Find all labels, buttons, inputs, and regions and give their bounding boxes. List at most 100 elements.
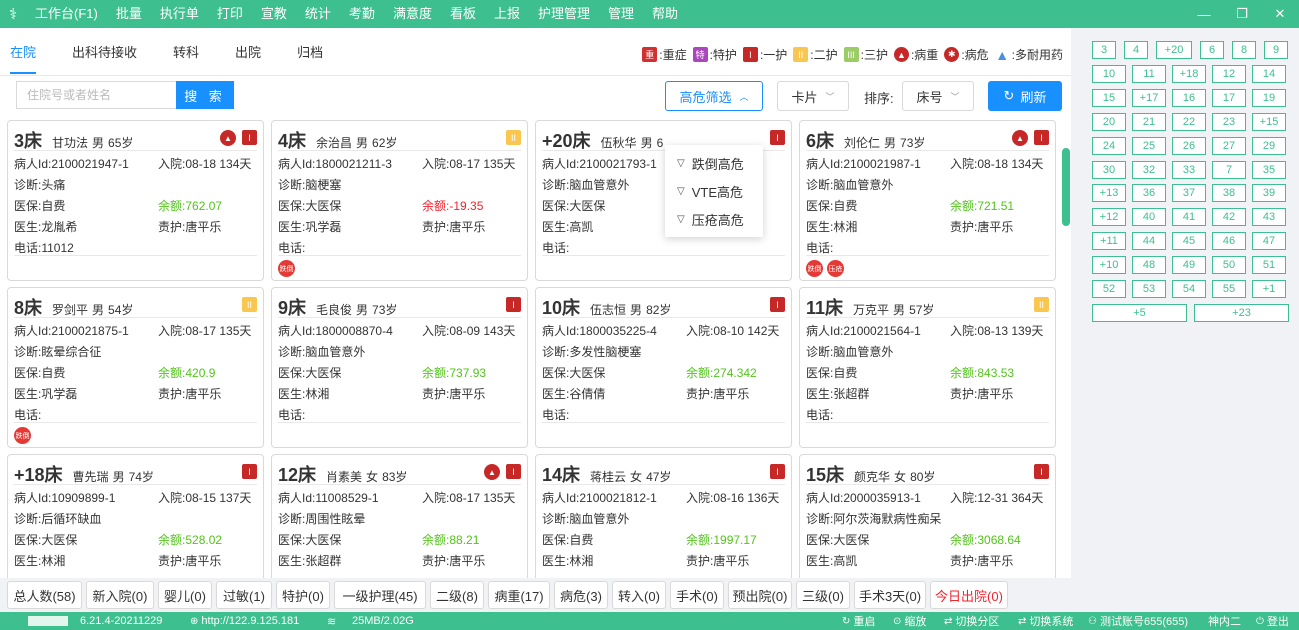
menu-item[interactable]: 看板 (441, 0, 485, 28)
dropdown-item[interactable]: ▽ 跌倒高危 (665, 149, 763, 177)
filter-button[interactable]: 转入(0) (612, 581, 666, 609)
bed-card[interactable]: 14床 蒋桂云女 47岁 I 病人Id:2100021812-1 入院:08-16 136… (535, 454, 792, 584)
switch-ward-button[interactable]: ⇄ 切换分区 (944, 613, 999, 629)
bed-grid-cell[interactable]: 48 (1132, 256, 1166, 275)
bed-grid-cell[interactable]: 50 (1212, 256, 1246, 275)
menu-item[interactable]: 考勤 (340, 0, 384, 28)
bed-grid-cell[interactable]: 42 (1212, 208, 1246, 227)
menu-item[interactable]: 工作台(F1) (26, 0, 107, 28)
risk-filter-select[interactable]: 高危筛选 ︿ (665, 81, 763, 111)
account-info[interactable]: ⚇ 测试账号655(655) (1088, 613, 1188, 629)
bed-grid-cell[interactable]: 15 (1092, 88, 1126, 107)
bed-grid-cell[interactable]: 46 (1212, 232, 1246, 251)
restore-icon[interactable]: ❐ (1223, 0, 1261, 28)
bed-grid-cell[interactable]: 8 (1232, 41, 1256, 59)
bed-grid-cell[interactable]: 35 (1252, 160, 1286, 179)
bed-card[interactable]: 12床 肖素美女 83岁 ▲ I 病人Id:11008529-1 入院:08-17 135天… (271, 454, 528, 584)
bed-grid-cell[interactable]: 55 (1212, 280, 1246, 298)
menu-item[interactable]: 执行单 (151, 0, 208, 28)
bed-grid-cell[interactable]: 12 (1212, 64, 1246, 83)
switch-system-button[interactable]: ⇄ 切换系统 (1018, 613, 1073, 629)
bed-grid-cell[interactable]: 54 (1172, 280, 1206, 298)
bed-grid-cell[interactable]: 16 (1172, 88, 1206, 107)
bed-grid-cell[interactable]: 41 (1172, 208, 1206, 227)
bed-card[interactable]: 4床 余治昌男 62岁 II 病人Id:1800021211-3 入院:08-17 135… (271, 120, 528, 281)
filter-button[interactable]: 手术3天(0) (854, 581, 926, 609)
filter-button[interactable]: 病重(17) (488, 581, 550, 609)
bed-grid-cell[interactable]: 3 (1092, 41, 1116, 59)
filter-button[interactable]: 二级(8) (430, 581, 484, 609)
bed-grid-cell[interactable]: 51 (1252, 256, 1286, 275)
bed-grid-cell[interactable]: +11 (1092, 232, 1126, 251)
bed-grid-cell[interactable]: +17 (1132, 88, 1166, 107)
menu-item[interactable]: 护理管理 (529, 0, 599, 28)
tab-3[interactable]: 出院 (235, 42, 261, 74)
bed-grid-cell[interactable]: 21 (1132, 112, 1166, 131)
bed-grid-cell[interactable]: 14 (1252, 64, 1286, 83)
bed-grid-cell[interactable]: 38 (1212, 184, 1246, 203)
bed-grid-cell[interactable]: 39 (1252, 184, 1286, 203)
menu-item[interactable]: 批量 (107, 0, 151, 28)
bed-grid-cell[interactable]: 47 (1252, 232, 1286, 251)
bed-grid-cell[interactable]: +10 (1092, 256, 1126, 275)
bed-card[interactable]: 8床 罗剑平男 54岁 II 病人Id:2100021875-1 入院:08-17 135… (7, 287, 264, 448)
bed-grid-cell[interactable]: +1 (1252, 280, 1286, 298)
bed-grid-cell[interactable]: 20 (1092, 112, 1126, 131)
bed-grid-cell[interactable]: 43 (1252, 208, 1286, 227)
filter-button[interactable]: 病危(3) (554, 581, 608, 609)
menu-item[interactable]: 管理 (599, 0, 643, 28)
bed-grid-cell[interactable]: 40 (1132, 208, 1166, 227)
bed-grid-cell[interactable]: 10 (1092, 64, 1126, 83)
bed-card[interactable]: 9床 毛良俊男 73岁 I 病人Id:1800008870-4 入院:08-09 143天… (271, 287, 528, 448)
zoom-button[interactable]: ⊙ 缩放 (893, 613, 926, 629)
bed-grid-cell[interactable]: +23 (1194, 303, 1289, 322)
bed-card[interactable]: 3床 甘功法男 65岁 ▲ I 病人Id:2100021947-1 入院:08-18 134… (7, 120, 264, 281)
bed-grid-cell[interactable]: 45 (1172, 232, 1206, 251)
bed-grid-cell[interactable]: 49 (1172, 256, 1206, 275)
menu-item[interactable]: 帮助 (643, 0, 687, 28)
bed-grid-cell[interactable]: +12 (1092, 208, 1126, 227)
search-button[interactable]: 搜 索 (176, 81, 234, 109)
bed-grid-cell[interactable]: 7 (1212, 160, 1246, 179)
bed-grid-cell[interactable]: +20 (1156, 41, 1192, 59)
bed-grid-cell[interactable]: 30 (1092, 160, 1126, 179)
filter-button[interactable]: 预出院(0) (728, 581, 792, 609)
close-icon[interactable]: ✕ (1261, 0, 1299, 28)
minimize-icon[interactable]: — (1185, 0, 1223, 28)
tab-1[interactable]: 出科待接收 (72, 42, 137, 74)
tab-2[interactable]: 转科 (173, 42, 199, 74)
filter-button[interactable]: 手术(0) (670, 581, 724, 609)
filter-button[interactable]: 新入院(0) (86, 581, 154, 609)
bed-grid-cell[interactable]: 27 (1212, 136, 1246, 155)
bed-card[interactable]: 11床 万克平男 57岁 II 病人Id:2100021564-1 入院:08-13 13… (799, 287, 1056, 448)
menu-item[interactable]: 满意度 (384, 0, 441, 28)
refresh-button[interactable]: ↻ 刷新 (988, 81, 1062, 111)
filter-button[interactable]: 总人数(58) (7, 581, 82, 609)
menu-item[interactable]: 统计 (296, 0, 340, 28)
search-input[interactable] (16, 81, 176, 109)
bed-grid-cell[interactable]: 23 (1212, 112, 1246, 131)
bed-grid-cell[interactable]: 11 (1132, 64, 1166, 83)
filter-button[interactable]: 特护(0) (276, 581, 330, 609)
bed-card[interactable]: 6床 刘伦仁男 73岁 ▲ I 病人Id:2100021987-1 入院:08-18 134… (799, 120, 1056, 281)
bed-card[interactable]: 15床 颜克华女 80岁 I 病人Id:2000035913-1 入院:12-31 364… (799, 454, 1056, 584)
bed-grid-cell[interactable]: 17 (1212, 88, 1246, 107)
bed-grid-cell[interactable]: 22 (1172, 112, 1206, 131)
bed-grid-cell[interactable]: 53 (1132, 280, 1166, 298)
filter-button[interactable]: 今日出院(0) (930, 581, 1008, 609)
bed-grid-cell[interactable]: 37 (1172, 184, 1206, 203)
bed-grid-cell[interactable]: 25 (1132, 136, 1166, 155)
bed-grid-cell[interactable]: 6 (1200, 41, 1224, 59)
bed-grid-cell[interactable]: +18 (1172, 64, 1206, 83)
bed-grid-cell[interactable]: 26 (1172, 136, 1206, 155)
bed-grid-cell[interactable]: +5 (1092, 303, 1187, 322)
filter-button[interactable]: 婴儿(0) (158, 581, 212, 609)
menu-item[interactable]: 宣教 (252, 0, 296, 28)
menu-item[interactable]: 打印 (208, 0, 252, 28)
tab-0[interactable]: 在院 (10, 42, 37, 74)
view-mode-select[interactable]: 卡片 ﹀ (777, 81, 849, 111)
sort-select[interactable]: 床号 ﹀ (902, 81, 974, 111)
bed-grid-cell[interactable]: 44 (1132, 232, 1166, 251)
bed-grid-cell[interactable]: 33 (1172, 160, 1206, 179)
bed-grid-cell[interactable]: 19 (1252, 88, 1286, 107)
